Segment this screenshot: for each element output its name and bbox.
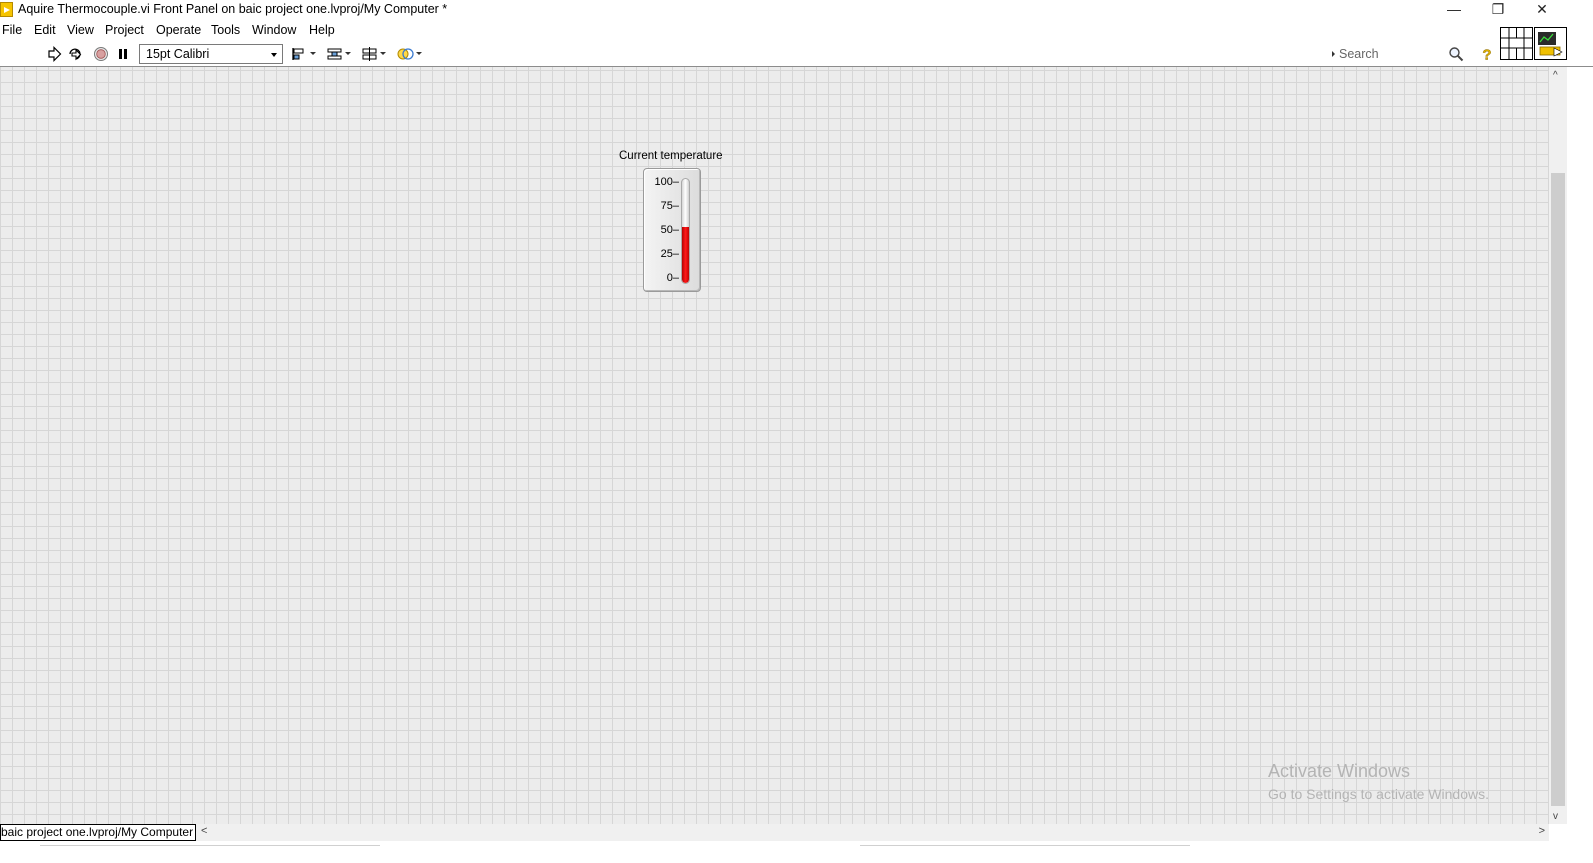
title-bar: Aquire Thermocouple.vi Front Panel on ba… bbox=[0, 0, 1593, 20]
scroll-right-arrow-icon[interactable]: > bbox=[1539, 825, 1545, 837]
scale-tick-label: 25– bbox=[660, 248, 679, 260]
menu-file[interactable]: File bbox=[2, 23, 22, 37]
toolbar: 15pt Calibri ? bbox=[0, 41, 1593, 67]
scale-tick-label: 75– bbox=[660, 200, 679, 212]
activation-watermark-title: Activate Windows bbox=[1268, 761, 1411, 781]
chevron-down-icon bbox=[271, 53, 277, 57]
pause-icon[interactable] bbox=[115, 46, 131, 62]
menu-tools[interactable]: Tools bbox=[211, 23, 240, 37]
application-instance-box[interactable]: baic project one.lvproj/My Computer bbox=[0, 824, 196, 841]
scale-tick-label: 100– bbox=[654, 176, 679, 188]
text-settings-value: 15pt Calibri bbox=[146, 47, 210, 61]
chevron-down-icon bbox=[416, 52, 422, 55]
chevron-down-icon bbox=[380, 52, 386, 55]
search-input[interactable] bbox=[1339, 45, 1464, 63]
thermometer-tube bbox=[681, 178, 690, 284]
menu-operate[interactable]: Operate bbox=[156, 23, 201, 37]
activation-watermark-subtitle: Go to Settings to activate Windows. bbox=[1268, 786, 1489, 802]
scale-tick-label: 50– bbox=[660, 224, 679, 236]
svg-text:?: ? bbox=[1482, 47, 1491, 63]
front-panel[interactable] bbox=[0, 67, 1549, 824]
window-title: Aquire Thermocouple.vi Front Panel on ba… bbox=[18, 2, 448, 16]
context-help-icon[interactable]: ? bbox=[1479, 46, 1495, 62]
close-button[interactable]: ✕ bbox=[1520, 0, 1564, 20]
reorder-icon[interactable] bbox=[397, 46, 415, 62]
scale-tick-label: 0– bbox=[666, 272, 679, 284]
maximize-button[interactable]: ❐ bbox=[1476, 0, 1520, 20]
menu-bar: File Edit View Project Operate Tools Win… bbox=[0, 20, 1593, 41]
vi-icon[interactable] bbox=[1534, 27, 1567, 60]
indicator-label: Current temperature bbox=[619, 150, 723, 162]
vertical-scroll-thumb[interactable] bbox=[1551, 173, 1565, 806]
chevron-down-icon bbox=[310, 52, 316, 55]
divider bbox=[860, 845, 1190, 846]
chevron-down-icon bbox=[345, 52, 351, 55]
horizontal-scrollbar[interactable]: < > bbox=[196, 824, 1549, 841]
menu-help[interactable]: Help bbox=[309, 23, 335, 37]
minimize-button[interactable]: — bbox=[1432, 0, 1476, 20]
menu-edit[interactable]: Edit bbox=[34, 23, 56, 37]
search-scope-marker[interactable] bbox=[1332, 51, 1335, 57]
status-bar: baic project one.lvproj/My Computer < > bbox=[0, 824, 1593, 863]
run-continuously-icon[interactable] bbox=[68, 46, 84, 62]
search-icon[interactable] bbox=[1448, 46, 1464, 62]
distribute-objects-icon[interactable] bbox=[326, 46, 344, 62]
thermometer-fill bbox=[682, 227, 689, 283]
scroll-left-arrow-icon[interactable]: < bbox=[201, 825, 207, 837]
text-settings-dropdown[interactable]: 15pt Calibri bbox=[139, 44, 283, 64]
scroll-down-arrow-icon[interactable]: v bbox=[1553, 811, 1558, 822]
menu-window[interactable]: Window bbox=[252, 23, 296, 37]
align-objects-icon[interactable] bbox=[291, 46, 309, 62]
run-arrow-icon[interactable] bbox=[46, 46, 62, 62]
divider bbox=[40, 845, 380, 846]
abort-execution-icon[interactable] bbox=[93, 46, 109, 62]
vertical-scrollbar[interactable]: ^ v bbox=[1549, 67, 1567, 824]
right-margin bbox=[1567, 67, 1593, 863]
resize-objects-icon[interactable] bbox=[361, 46, 379, 62]
menu-view[interactable]: View bbox=[67, 23, 94, 37]
menu-project[interactable]: Project bbox=[105, 23, 144, 37]
connector-pane-icon[interactable] bbox=[1500, 27, 1533, 60]
labview-app-icon[interactable] bbox=[0, 2, 13, 17]
scroll-up-arrow-icon[interactable]: ^ bbox=[1553, 70, 1558, 81]
